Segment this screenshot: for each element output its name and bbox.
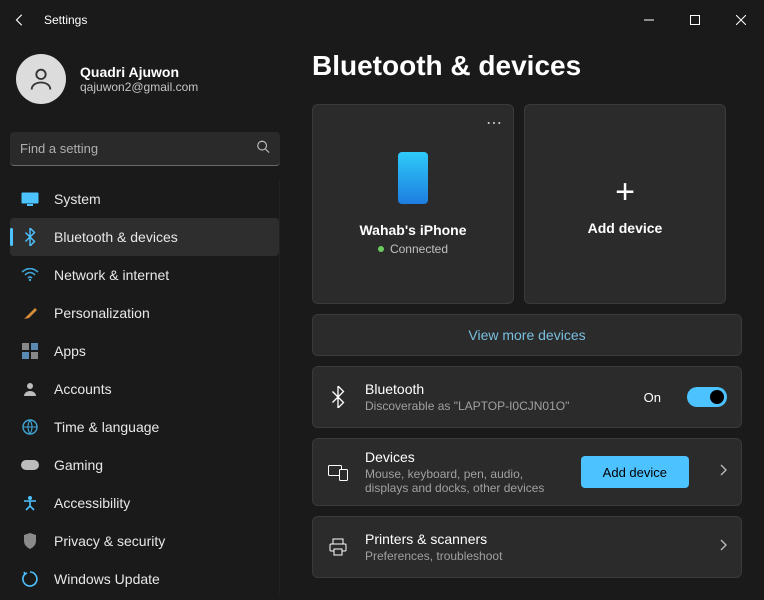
sidebar-item-label: System (54, 191, 101, 207)
device-name: Wahab's iPhone (359, 222, 466, 238)
accessibility-icon (20, 493, 40, 513)
sidebar-item-accounts[interactable]: Accounts (10, 370, 279, 408)
bluetooth-toggle-row: Bluetooth Discoverable as "LAPTOP-I0CJN0… (312, 366, 742, 428)
bluetooth-row-title: Bluetooth (365, 381, 628, 397)
sidebar-item-apps[interactable]: Apps (10, 332, 279, 370)
search-icon (256, 140, 270, 159)
sidebar-item-update[interactable]: Windows Update (10, 560, 279, 594)
printers-row-title: Printers & scanners (365, 531, 689, 547)
sidebar: Quadri Ajuwon qajuwon2@gmail.com System B… (0, 40, 290, 600)
shield-icon (20, 531, 40, 551)
sidebar-item-label: Privacy & security (54, 533, 165, 549)
titlebar: Settings (0, 0, 764, 40)
globe-icon (20, 417, 40, 437)
sidebar-item-label: Windows Update (54, 571, 160, 587)
gamepad-icon (20, 455, 40, 475)
close-button[interactable] (718, 0, 764, 40)
sidebar-item-bluetooth[interactable]: Bluetooth & devices (10, 218, 279, 256)
devices-icon (327, 463, 349, 481)
minimize-button[interactable] (626, 0, 672, 40)
sidebar-item-label: Apps (54, 343, 86, 359)
sidebar-item-network[interactable]: Network & internet (10, 256, 279, 294)
sidebar-item-privacy[interactable]: Privacy & security (10, 522, 279, 560)
printer-icon (327, 538, 349, 556)
add-device-card[interactable]: + Add device (524, 104, 726, 304)
sidebar-item-label: Accessibility (54, 495, 130, 511)
connected-status-dot (378, 246, 384, 252)
device-status: Connected (390, 242, 448, 256)
devices-row-subtitle: Mouse, keyboard, pen, audio, displays an… (365, 467, 565, 495)
active-indicator (10, 228, 13, 246)
add-device-label: Add device (588, 220, 663, 236)
plus-icon: + (615, 173, 635, 212)
printers-row[interactable]: Printers & scanners Preferences, trouble… (312, 516, 742, 578)
sidebar-item-label: Personalization (54, 305, 150, 321)
person-icon (20, 379, 40, 399)
back-button[interactable] (12, 12, 28, 28)
printers-row-subtitle: Preferences, troubleshoot (365, 549, 605, 563)
devices-row[interactable]: Devices Mouse, keyboard, pen, audio, dis… (312, 438, 742, 506)
apps-icon (20, 341, 40, 361)
more-options-button[interactable]: ⋯ (486, 113, 503, 133)
paired-device-card[interactable]: ⋯ Wahab's iPhone Connected (312, 104, 514, 304)
update-icon (20, 569, 40, 589)
view-more-devices-link[interactable]: View more devices (312, 314, 742, 356)
maximize-button[interactable] (672, 0, 718, 40)
sidebar-item-gaming[interactable]: Gaming (10, 446, 279, 484)
sidebar-item-system[interactable]: System (10, 180, 279, 218)
bluetooth-icon (20, 227, 40, 247)
user-account-block[interactable]: Quadri Ajuwon qajuwon2@gmail.com (10, 46, 280, 120)
sidebar-item-label: Time & language (54, 419, 159, 435)
bluetooth-toggle[interactable] (687, 387, 727, 407)
window-title: Settings (44, 13, 87, 27)
sidebar-item-label: Bluetooth & devices (54, 229, 178, 245)
content-area: Bluetooth & devices ⋯ Wahab's iPhone Con… (290, 40, 764, 600)
phone-icon (398, 152, 428, 204)
sidebar-item-personalization[interactable]: Personalization (10, 294, 279, 332)
display-icon (20, 189, 40, 209)
devices-row-title: Devices (365, 449, 565, 465)
page-title: Bluetooth & devices (312, 50, 742, 82)
wifi-icon (20, 265, 40, 285)
search-input[interactable] (10, 132, 280, 166)
user-name: Quadri Ajuwon (80, 64, 198, 80)
add-device-button[interactable]: Add device (581, 456, 689, 488)
sidebar-item-label: Accounts (54, 381, 112, 397)
toggle-state-label: On (644, 390, 661, 405)
bluetooth-icon (327, 386, 349, 408)
sidebar-item-accessibility[interactable]: Accessibility (10, 484, 279, 522)
chevron-right-icon (719, 538, 727, 556)
chevron-right-icon (719, 463, 727, 481)
sidebar-item-label: Network & internet (54, 267, 169, 283)
user-email: qajuwon2@gmail.com (80, 80, 198, 94)
bluetooth-row-subtitle: Discoverable as "LAPTOP-I0CJN01O" (365, 399, 605, 413)
sidebar-item-label: Gaming (54, 457, 103, 473)
brush-icon (20, 303, 40, 323)
sidebar-item-time[interactable]: Time & language (10, 408, 279, 446)
nav-list: System Bluetooth & devices Network & inter… (10, 180, 280, 594)
avatar (16, 54, 66, 104)
